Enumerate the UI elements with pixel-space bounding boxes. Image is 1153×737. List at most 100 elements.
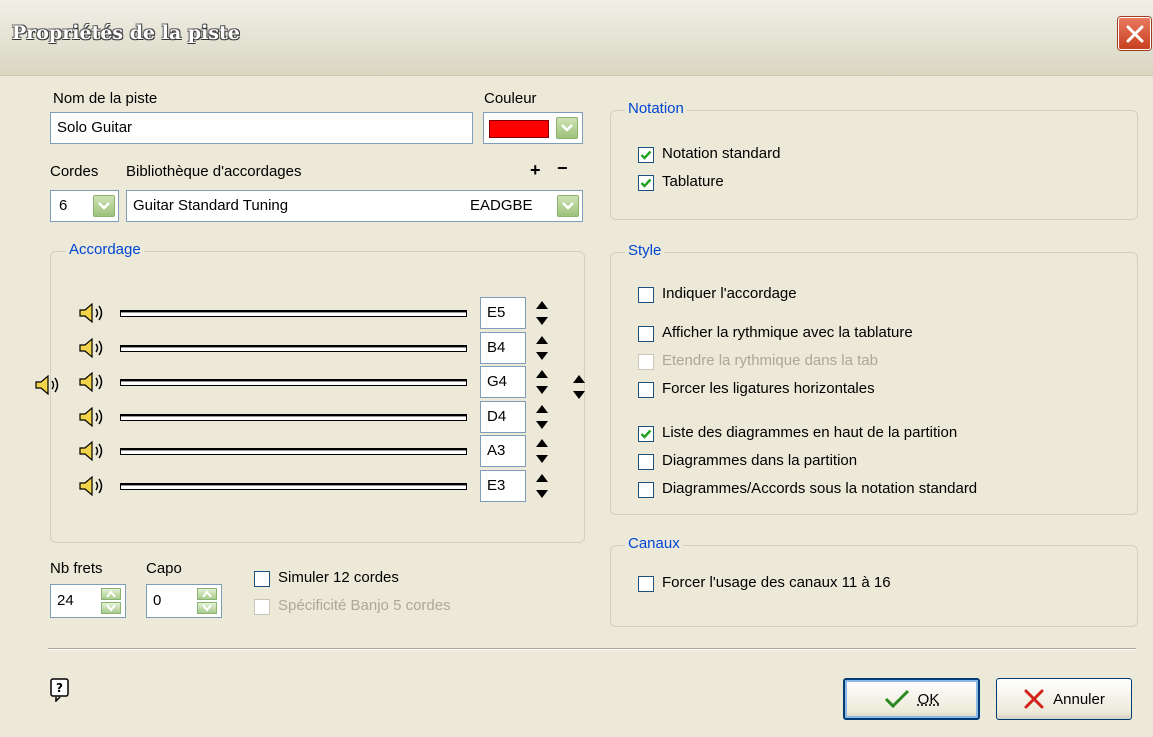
banjo-5-strings-checkbox[interactable] (254, 599, 270, 615)
tuning-library-label: Bibliothèque d'accordages (126, 163, 302, 180)
help-button[interactable]: ? (50, 678, 70, 706)
string-note-field[interactable]: B4 (480, 331, 526, 364)
string-note-field[interactable]: D4 (480, 400, 526, 433)
speaker-icon (79, 406, 103, 427)
separator (48, 648, 1136, 650)
all-strings-updown[interactable] (572, 374, 586, 400)
string-slider[interactable] (120, 413, 467, 421)
tuning-name: Guitar Standard Tuning (133, 197, 289, 214)
style-option-checkbox[interactable] (638, 287, 654, 303)
simulate-12-strings-checkbox[interactable] (254, 571, 270, 587)
string-updown[interactable] (535, 404, 549, 430)
tuning-notes: EADGBE (470, 197, 533, 214)
speaker-icon (79, 475, 103, 496)
spin-up-icon[interactable] (197, 588, 217, 600)
speaker-icon (79, 337, 103, 358)
style-option-checkbox[interactable] (638, 382, 654, 398)
style-option-label: Liste des diagrammes en haut de la parti… (662, 424, 958, 441)
checkmark-icon (640, 178, 652, 188)
string-speaker-button[interactable] (78, 475, 108, 501)
check-icon (884, 689, 909, 709)
style-option-label: Indiquer l'accordage (662, 285, 797, 302)
updown-arrows-icon (536, 301, 548, 325)
string-speaker-button[interactable] (78, 371, 108, 397)
remove-tuning-button[interactable]: − (557, 158, 568, 179)
string-note-field[interactable]: A3 (480, 435, 526, 467)
string-updown[interactable] (535, 369, 549, 395)
updown-arrows-icon (536, 404, 548, 429)
all-strings-speaker-button[interactable] (34, 374, 64, 400)
ok-button[interactable]: OK (843, 678, 980, 720)
string-updown[interactable] (535, 438, 549, 464)
strings-dropdown-button[interactable] (93, 195, 115, 217)
track-name-label: Nom de la piste (53, 90, 158, 107)
accordage-legend: Accordage (66, 241, 144, 258)
chevron-down-icon (561, 124, 573, 132)
style-option-checkbox[interactable] (638, 454, 654, 470)
string-note-field[interactable]: G4 (480, 366, 526, 398)
notation-standard-checkbox[interactable] (638, 147, 654, 163)
tablature-label: Tablature (662, 173, 724, 190)
force-channels-label: Forcer l'usage des canaux 11 à 16 (662, 574, 891, 591)
spin-up-icon[interactable] (101, 588, 121, 600)
string-speaker-button[interactable] (78, 337, 108, 363)
color-swatch (489, 120, 549, 138)
capo-value: 0 (153, 592, 162, 609)
string-slider[interactable] (120, 379, 467, 386)
style-option-checkbox[interactable] (638, 482, 654, 498)
frets-label: Nb frets (50, 560, 103, 577)
color-label: Couleur (484, 90, 537, 107)
color-picker[interactable] (483, 112, 583, 144)
string-note-field[interactable]: E5 (480, 297, 526, 329)
notation-legend: Notation (625, 100, 687, 117)
string-updown[interactable] (535, 473, 549, 499)
string-note-field[interactable]: E3 (480, 469, 526, 502)
capo-spinner[interactable]: 0 (146, 584, 222, 618)
string-slider[interactable] (120, 448, 467, 455)
string-slider[interactable] (120, 482, 467, 490)
frets-spinner[interactable]: 24 (50, 584, 126, 618)
spin-down-icon[interactable] (101, 602, 121, 614)
string-updown[interactable] (535, 300, 549, 326)
checkmark-icon (640, 429, 652, 439)
style-option-label: Etendre la rythmique dans la tab (662, 352, 878, 369)
string-updown[interactable] (535, 335, 549, 361)
chevron-down-icon (562, 202, 574, 210)
updown-arrows-icon (536, 370, 548, 394)
style-option-checkbox[interactable] (638, 426, 654, 442)
tuning-dropdown-button[interactable] (557, 195, 579, 217)
chevron-down-icon (98, 202, 110, 210)
close-button[interactable] (1118, 17, 1151, 50)
string-speaker-button[interactable] (78, 440, 108, 466)
cancel-button[interactable]: Annuler (996, 678, 1132, 720)
strings-select[interactable]: 6 (50, 190, 119, 222)
style-option-label: Forcer les ligatures horizontales (662, 380, 875, 397)
updown-arrows-icon (536, 473, 548, 498)
color-dropdown-button[interactable] (556, 117, 578, 139)
frets-spin-buttons[interactable] (101, 588, 121, 614)
help-icon: ? (50, 678, 69, 703)
speaker-icon (79, 371, 103, 393)
string-speaker-button[interactable] (78, 406, 108, 432)
notation-group (610, 110, 1138, 220)
frets-value: 24 (57, 592, 74, 609)
tablature-checkbox[interactable] (638, 175, 654, 191)
speaker-icon (35, 374, 59, 396)
string-slider[interactable] (120, 310, 467, 317)
string-speaker-button[interactable] (78, 302, 108, 328)
style-option-checkbox[interactable] (638, 326, 654, 342)
force-channels-checkbox[interactable] (638, 576, 654, 592)
updown-arrows-icon (536, 335, 548, 360)
capo-spin-buttons[interactable] (197, 588, 217, 614)
speaker-icon (79, 440, 103, 462)
speaker-icon (79, 302, 103, 324)
style-option-checkbox[interactable] (638, 354, 654, 370)
tuning-select[interactable]: Guitar Standard Tuning EADGBE (126, 190, 583, 222)
track-name-input[interactable]: Solo Guitar (50, 112, 473, 144)
simulate-12-strings-label: Simuler 12 cordes (278, 569, 399, 586)
add-tuning-button[interactable]: + (530, 160, 541, 181)
string-slider[interactable] (120, 344, 467, 352)
style-legend: Style (625, 242, 665, 259)
window-title: Propriétés de la piste (12, 22, 240, 44)
spin-down-icon[interactable] (197, 602, 217, 614)
